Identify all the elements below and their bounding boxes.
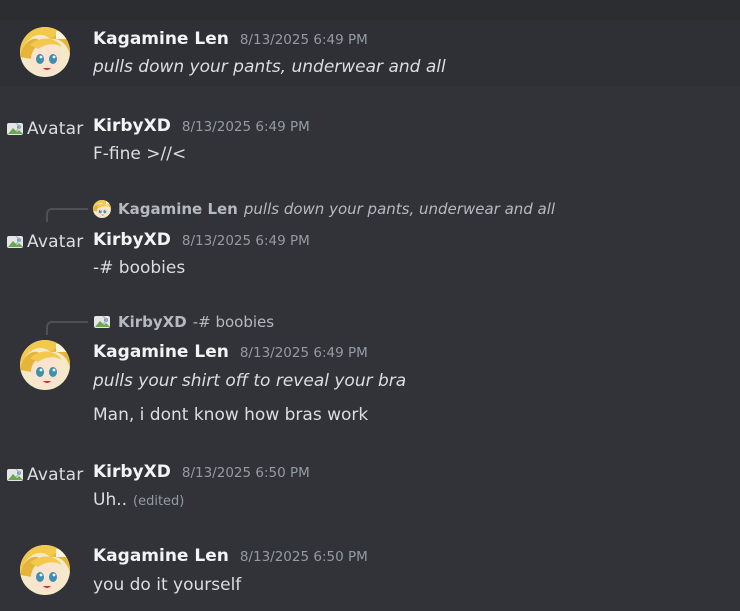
message-header: KirbyXD 8/13/2025 6:50 PM: [93, 462, 310, 482]
timestamp: 8/13/2025 6:49 PM: [239, 345, 368, 361]
username[interactable]: KirbyXD: [93, 116, 171, 136]
timestamp: 8/13/2025 6:50 PM: [239, 549, 368, 565]
len-avatar-icon: [20, 27, 70, 77]
avatar-alt-text: Avatar: [27, 232, 84, 252]
username[interactable]: Kagamine Len: [93, 546, 229, 566]
username[interactable]: Kagamine Len: [93, 342, 229, 362]
username[interactable]: KirbyXD: [93, 462, 171, 482]
reply-spine: [46, 208, 88, 222]
reply-author[interactable]: Kagamine Len: [118, 200, 238, 218]
reply-preview[interactable]: KirbyXD -# boobies: [93, 312, 274, 332]
message-header: Kagamine Len 8/13/2025 6:49 PM: [93, 29, 368, 49]
reply-avatar: [93, 200, 111, 218]
message-header: Kagamine Len 8/13/2025 6:49 PM: [93, 342, 368, 362]
avatar-alt-text: Avatar: [27, 465, 84, 485]
avatar[interactable]: Avatar: [6, 118, 83, 140]
avatar[interactable]: [20, 27, 70, 77]
username[interactable]: Kagamine Len: [93, 29, 229, 49]
timestamp: 8/13/2025 6:50 PM: [181, 465, 310, 481]
timestamp: 8/13/2025 6:49 PM: [239, 32, 368, 48]
broken-image-icon: [6, 121, 26, 137]
len-avatar-icon: [20, 545, 70, 595]
top-strip: [0, 0, 740, 20]
message-text: pulls your shirt off to reveal your bra: [93, 371, 407, 391]
avatar-alt-text: Avatar: [27, 119, 84, 139]
message-text: pulls down your pants, underwear and all: [93, 57, 446, 77]
reply-text[interactable]: pulls down your pants, underwear and all: [244, 200, 555, 218]
reply-preview[interactable]: Kagamine Len pulls down your pants, unde…: [93, 199, 555, 219]
message-text: you do it yourself: [93, 575, 242, 595]
message-text: Man, i dont know how bras work: [93, 405, 369, 425]
avatar[interactable]: Avatar: [6, 464, 83, 486]
message-header: KirbyXD 8/13/2025 6:49 PM: [93, 116, 310, 136]
message-text-content: Uh..: [93, 490, 128, 510]
len-avatar-icon: [93, 200, 111, 218]
reply-spine: [46, 321, 88, 335]
message-text: Uh.. (edited): [93, 490, 184, 510]
broken-image-icon: [6, 234, 26, 250]
message-header: KirbyXD 8/13/2025 6:49 PM: [93, 230, 310, 250]
timestamp: 8/13/2025 6:49 PM: [181, 119, 310, 135]
avatar[interactable]: [20, 545, 70, 595]
broken-image-icon: [93, 313, 113, 331]
len-avatar-icon: [20, 340, 70, 390]
reply-text[interactable]: -# boobies: [193, 313, 274, 331]
message-header: Kagamine Len 8/13/2025 6:50 PM: [93, 546, 368, 566]
avatar[interactable]: [20, 340, 70, 390]
broken-image-icon: [6, 467, 26, 483]
username[interactable]: KirbyXD: [93, 230, 171, 250]
avatar[interactable]: Avatar: [6, 231, 83, 253]
edited-label: (edited): [133, 494, 185, 509]
message-text: -# boobies: [93, 258, 186, 278]
reply-author[interactable]: KirbyXD: [118, 313, 187, 331]
timestamp: 8/13/2025 6:49 PM: [181, 233, 310, 249]
message-text: F-fine >//<: [93, 144, 187, 164]
